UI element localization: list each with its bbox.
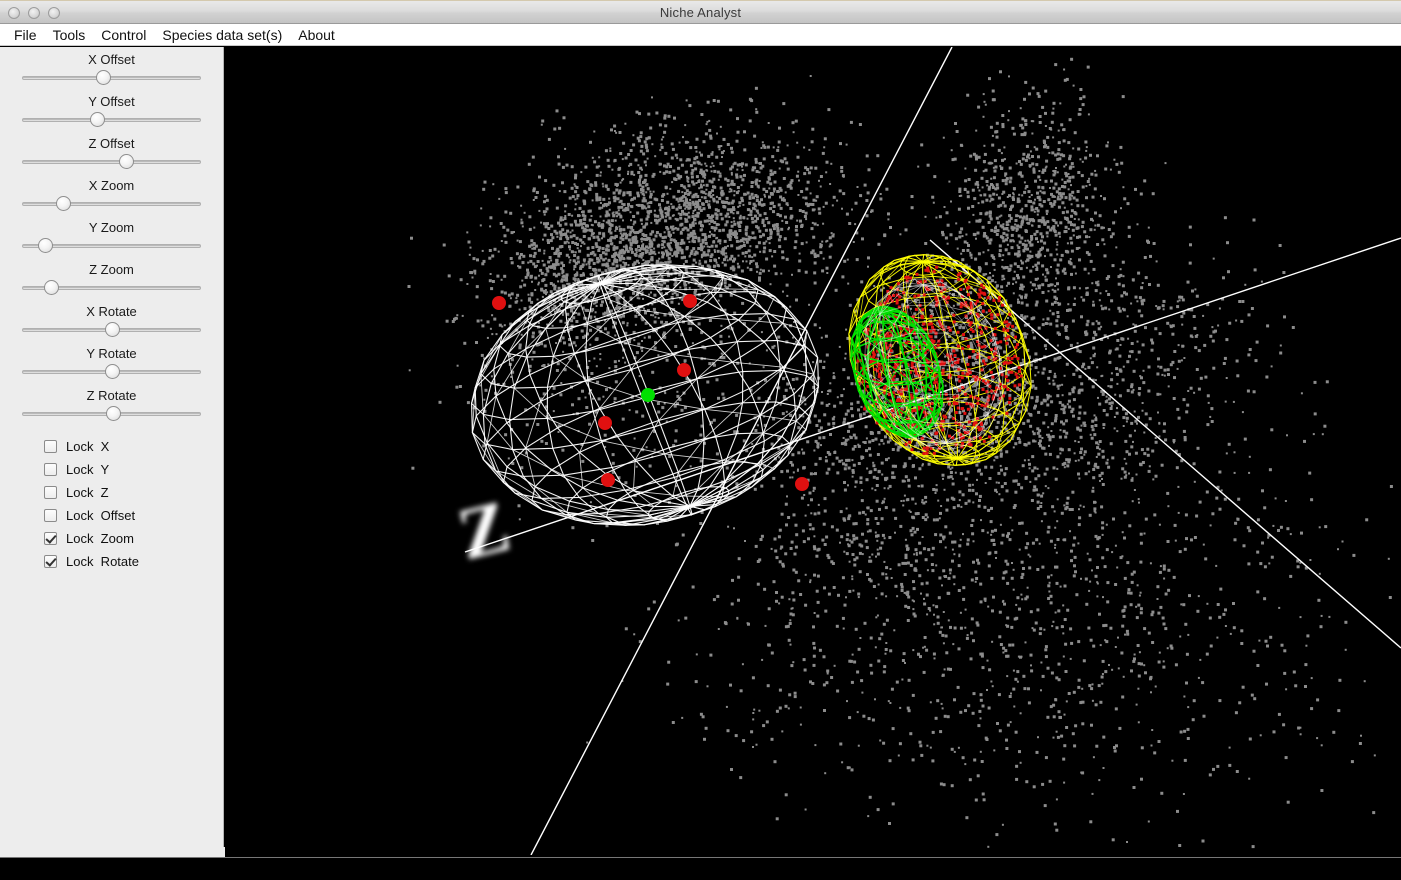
- menu-file[interactable]: File: [6, 26, 45, 44]
- slider-x-zoom-label: X Zoom: [88, 178, 135, 193]
- checkbox-lock-y-label: Lock Y: [66, 462, 110, 477]
- slider-z-offset[interactable]: [22, 153, 201, 171]
- menu-tools[interactable]: Tools: [45, 26, 94, 44]
- slider-x-rotate-group: X Rotate: [0, 299, 223, 339]
- status-strip: [0, 857, 1401, 880]
- menu-bar: File Tools Control Species data set(s) About: [0, 24, 1401, 46]
- slider-y-offset-track[interactable]: [22, 118, 201, 122]
- title-bar: Niche Analyst: [0, 0, 1401, 24]
- checkbox-lock-offset-box[interactable]: [44, 509, 57, 522]
- control-sidebar: X Offset Y Offset Z Offset X Zoom Y Zoom Z Zo…: [0, 47, 224, 857]
- checkbox-lock-z[interactable]: Lock Z: [44, 481, 223, 504]
- slider-z-rotate-group: Z Rotate: [0, 383, 223, 423]
- menu-species-data-sets[interactable]: Species data set(s): [154, 26, 290, 44]
- lock-checkbox-panel: Lock X Lock Y Lock Z Lock Offset Lock Zoom Lo…: [0, 425, 223, 573]
- scene-svg: Z: [407, 47, 1401, 855]
- checkbox-lock-z-box[interactable]: [44, 486, 57, 499]
- checkbox-lock-zoom-label: Lock Zoom: [66, 531, 134, 546]
- slider-x-zoom-group: X Zoom: [0, 173, 223, 213]
- menu-control[interactable]: Control: [93, 26, 154, 44]
- slider-z-rotate-label: Z Rotate: [86, 388, 137, 403]
- zoom-button[interactable]: [48, 7, 60, 19]
- sidebar-bottom-pad: [0, 847, 225, 857]
- checkbox-lock-x-label: Lock X: [66, 439, 110, 454]
- niche-3d-viewport[interactable]: Z: [225, 47, 1401, 855]
- slider-y-zoom-label: Y Zoom: [88, 220, 135, 235]
- slider-y-rotate[interactable]: [22, 363, 201, 381]
- checkbox-lock-y-box[interactable]: [44, 463, 57, 476]
- menu-about[interactable]: About: [290, 26, 343, 44]
- slider-y-offset-thumb[interactable]: [90, 112, 106, 127]
- checkbox-lock-x-box[interactable]: [44, 440, 57, 453]
- slider-x-zoom[interactable]: [22, 195, 201, 213]
- application-window: Niche Analyst File Tools Control Species da…: [0, 0, 1401, 880]
- slider-z-offset-group: Z Offset: [0, 131, 223, 171]
- slider-z-offset-label: Z Offset: [88, 136, 135, 151]
- occurrence-marker-0[interactable]: [492, 296, 506, 310]
- slider-x-zoom-track[interactable]: [22, 202, 201, 206]
- window-title: Niche Analyst: [659, 4, 742, 20]
- occurrence-marker-4[interactable]: [598, 416, 612, 430]
- close-button[interactable]: [8, 7, 20, 19]
- checkbox-lock-offset-label: Lock Offset: [66, 508, 136, 523]
- checkbox-lock-x[interactable]: Lock X: [44, 435, 223, 458]
- slider-y-rotate-group: Y Rotate: [0, 341, 223, 381]
- slider-y-rotate-label: Y Rotate: [86, 346, 137, 361]
- slider-z-rotate-thumb[interactable]: [106, 406, 122, 421]
- slider-y-zoom-thumb[interactable]: [38, 238, 54, 253]
- slider-panel: X Offset Y Offset Z Offset X Zoom Y Zoom Z Zo…: [0, 47, 223, 423]
- slider-z-zoom-thumb[interactable]: [43, 280, 59, 295]
- slider-y-zoom-group: Y Zoom: [0, 215, 223, 255]
- checkbox-lock-z-label: Lock Z: [66, 485, 109, 500]
- slider-x-offset-group: X Offset: [0, 47, 223, 87]
- checkbox-lock-rotate-label: Lock Rotate: [66, 554, 139, 569]
- occurrence-marker-1[interactable]: [683, 294, 697, 308]
- slider-x-offset[interactable]: [22, 69, 201, 87]
- occurrence-marker-5[interactable]: [601, 473, 615, 487]
- slider-y-offset-group: Y Offset: [0, 89, 223, 129]
- slider-x-rotate[interactable]: [22, 321, 201, 339]
- occurrence-marker-6[interactable]: [795, 477, 809, 491]
- slider-y-zoom[interactable]: [22, 237, 201, 255]
- slider-x-offset-label: X Offset: [88, 52, 135, 67]
- slider-z-rotate[interactable]: [22, 405, 201, 423]
- slider-x-offset-thumb[interactable]: [95, 70, 111, 85]
- slider-y-offset-label: Y Offset: [88, 94, 135, 109]
- checkbox-lock-rotate-box[interactable]: [44, 555, 57, 568]
- centroid-marker[interactable]: [641, 388, 655, 402]
- slider-y-offset[interactable]: [22, 111, 201, 129]
- slider-z-zoom-group: Z Zoom: [0, 257, 223, 297]
- z-axis-label: Z: [450, 485, 518, 577]
- axis-line-1: [530, 47, 953, 855]
- checkbox-lock-offset[interactable]: Lock Offset: [44, 504, 223, 527]
- checkbox-lock-zoom[interactable]: Lock Zoom: [44, 527, 223, 550]
- slider-z-offset-track[interactable]: [22, 160, 201, 164]
- slider-z-offset-thumb[interactable]: [118, 154, 134, 169]
- checkbox-lock-zoom-box[interactable]: [44, 532, 57, 545]
- checkbox-lock-y[interactable]: Lock Y: [44, 458, 223, 481]
- slider-x-zoom-thumb[interactable]: [56, 196, 72, 211]
- minimize-button[interactable]: [28, 7, 40, 19]
- occurrence-marker-2[interactable]: [677, 363, 691, 377]
- slider-z-zoom-label: Z Zoom: [89, 262, 134, 277]
- gray-point-cloud: [407, 57, 1393, 849]
- slider-x-rotate-label: X Rotate: [86, 304, 137, 319]
- slider-x-offset-track[interactable]: [22, 76, 201, 80]
- slider-z-zoom[interactable]: [22, 279, 201, 297]
- window-controls: [8, 1, 60, 25]
- slider-y-rotate-thumb[interactable]: [104, 364, 120, 379]
- slider-x-rotate-thumb[interactable]: [104, 322, 120, 337]
- checkbox-lock-rotate[interactable]: Lock Rotate: [44, 550, 223, 573]
